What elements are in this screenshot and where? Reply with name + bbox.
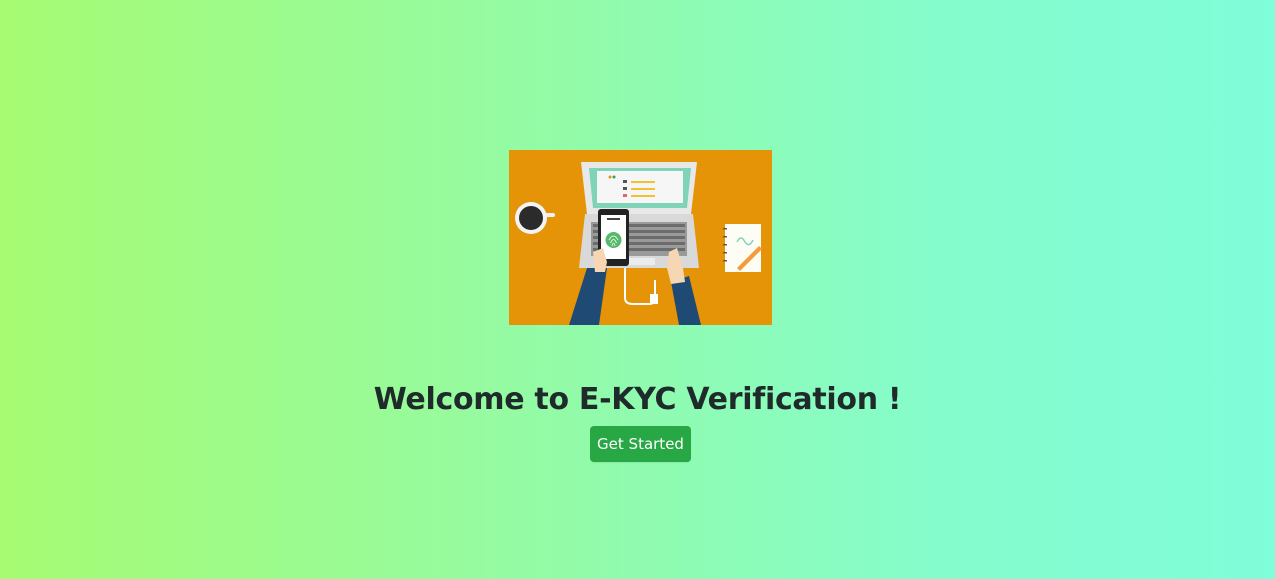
notebook-icon bbox=[723, 224, 762, 272]
fingerprint-phone-icon bbox=[593, 209, 629, 272]
ekyc-illustration bbox=[509, 150, 772, 325]
get-started-button[interactable]: Get Started bbox=[590, 426, 691, 462]
page-title: Welcome to E-KYC Verification ! bbox=[373, 382, 902, 417]
